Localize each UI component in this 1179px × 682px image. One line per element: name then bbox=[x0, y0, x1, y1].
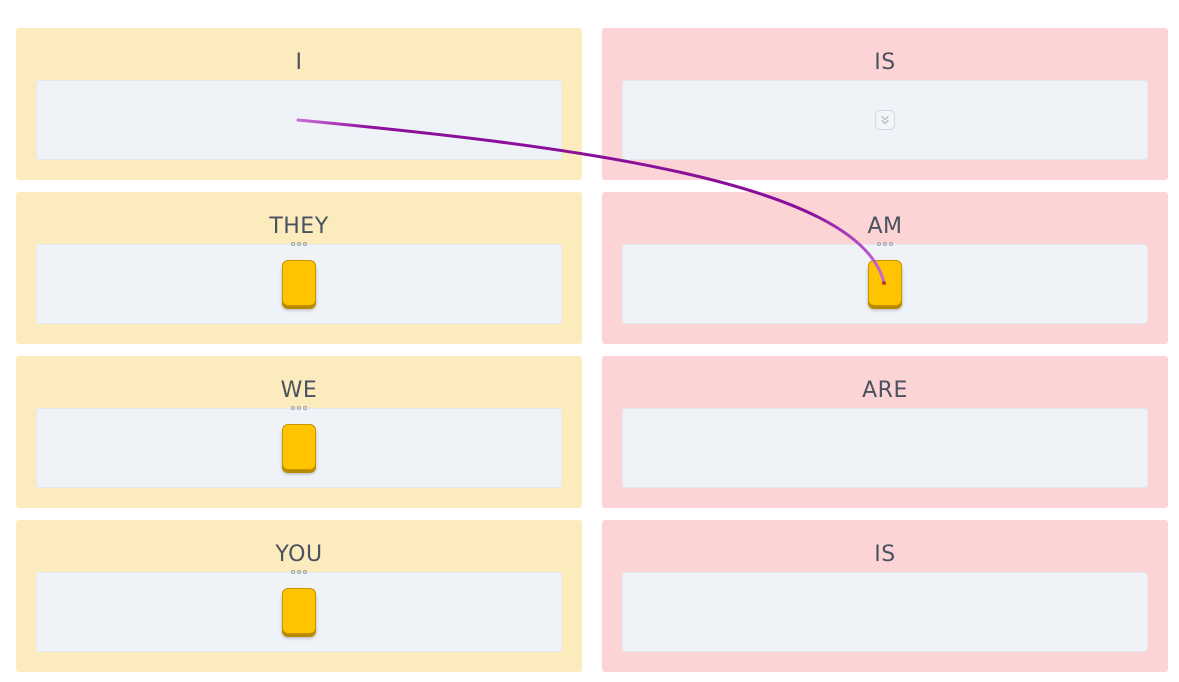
drag-handle-icon[interactable] bbox=[291, 570, 307, 574]
card-title: WE bbox=[280, 378, 318, 403]
drop-zone[interactable] bbox=[622, 572, 1148, 652]
draggable-token[interactable] bbox=[868, 260, 902, 306]
drag-handle-icon[interactable] bbox=[291, 406, 307, 410]
card-left-1: I bbox=[16, 28, 582, 180]
draggable-token[interactable] bbox=[282, 588, 316, 634]
card-title: IS bbox=[874, 50, 896, 75]
card-left-3: WE bbox=[16, 356, 582, 508]
card-title: AM bbox=[867, 214, 903, 239]
draggable-token[interactable] bbox=[282, 424, 316, 470]
drag-handle-icon[interactable] bbox=[291, 242, 307, 246]
draggable-token[interactable] bbox=[282, 260, 316, 306]
card-right-4: IS bbox=[602, 520, 1168, 672]
card-left-2: THEY bbox=[16, 192, 582, 344]
drag-handle-icon[interactable] bbox=[877, 242, 893, 246]
card-right-3: ARE bbox=[602, 356, 1168, 508]
card-title: THEY bbox=[269, 214, 329, 239]
card-title: IS bbox=[874, 542, 896, 567]
card-title: ARE bbox=[862, 378, 908, 403]
card-left-4: YOU bbox=[16, 520, 582, 672]
drop-zone[interactable] bbox=[36, 80, 562, 160]
card-title: I bbox=[295, 50, 303, 75]
drop-zone[interactable] bbox=[622, 408, 1148, 488]
card-right-1: IS bbox=[602, 28, 1168, 180]
chevron-double-down-icon[interactable] bbox=[875, 110, 895, 130]
card-right-2: AM bbox=[602, 192, 1168, 344]
card-title: YOU bbox=[275, 542, 323, 567]
